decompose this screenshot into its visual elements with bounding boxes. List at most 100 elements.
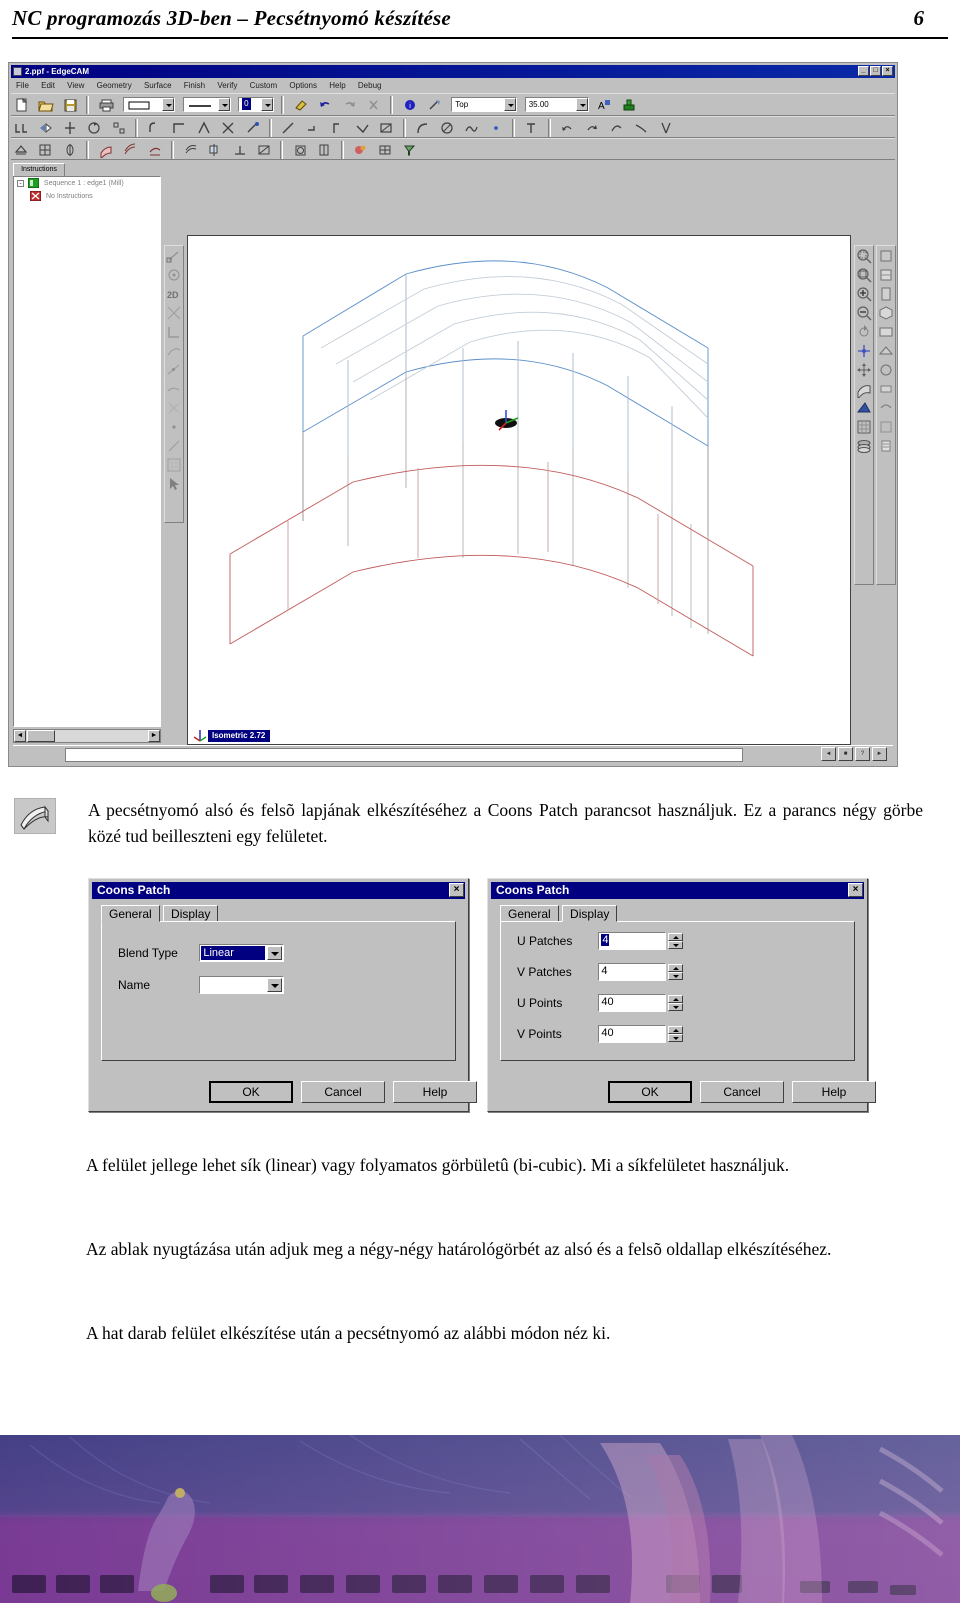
close-icon[interactable]: × (449, 883, 464, 897)
stepper-down-icon[interactable] (668, 1003, 684, 1011)
surface-revolve-icon[interactable] (60, 141, 80, 159)
rotate-view-icon[interactable] (855, 323, 873, 341)
fillet-icon[interactable] (145, 119, 165, 137)
menu-item-options[interactable]: Options (284, 79, 322, 92)
instruction-tree[interactable]: - Sequence 1 : edge1 (Mill) No Instructi… (13, 176, 161, 727)
shade-model-icon[interactable] (351, 141, 371, 159)
stepper-up-icon[interactable] (668, 964, 684, 972)
stepper-down-icon[interactable] (668, 1034, 684, 1042)
chevron-down-icon[interactable] (504, 98, 517, 111)
tree-node-sequence[interactable]: - Sequence 1 : edge1 (Mill) (14, 177, 160, 190)
pan-view-icon[interactable] (855, 361, 873, 379)
text-icon[interactable] (522, 119, 542, 137)
v-patches-field[interactable]: 4 (598, 963, 667, 981)
view-combo[interactable]: Top (451, 97, 518, 112)
transform-copy-icon[interactable] (582, 119, 602, 137)
view-properties-icon[interactable] (877, 437, 895, 455)
cancel-button[interactable]: Cancel (700, 1081, 784, 1103)
snap-intersection-icon[interactable] (165, 304, 183, 322)
view-isometric-icon[interactable] (877, 304, 895, 322)
shaded-view-icon[interactable] (855, 380, 873, 398)
surface-trim-icon[interactable] (206, 141, 226, 159)
measure-icon[interactable] (424, 96, 444, 114)
solid-box-icon[interactable] (290, 141, 310, 159)
tree-horizontal-scrollbar[interactable]: ◄ ► (13, 729, 161, 743)
redo-icon[interactable] (339, 96, 359, 114)
mini-button-3[interactable]: ? (855, 747, 870, 761)
cancel-button[interactable]: Cancel (301, 1081, 385, 1103)
name-combo[interactable] (199, 976, 285, 994)
level-combo[interactable]: 35.00 (524, 97, 589, 112)
view-redraw-icon[interactable] (877, 399, 895, 417)
dynamic-view-icon[interactable] (855, 342, 873, 360)
view-right-icon[interactable] (877, 285, 895, 303)
corner-icon[interactable] (170, 119, 190, 137)
cad-viewport[interactable]: Isometric 2.72 (187, 235, 851, 745)
zoom-in-icon[interactable] (855, 285, 873, 303)
offset-icon[interactable] (60, 119, 80, 137)
view-top-icon[interactable] (877, 247, 895, 265)
stepper-down-icon[interactable] (668, 941, 684, 949)
coons-patch-dialog-display[interactable]: Coons Patch × General Display U Patches … (487, 878, 876, 1112)
viewport-horizontal-scrollbar[interactable] (65, 748, 743, 762)
view-hide-icon[interactable] (877, 380, 895, 398)
tab-display[interactable]: Display (562, 905, 618, 922)
trim-icon[interactable] (12, 119, 31, 137)
surface-grid-icon[interactable] (36, 141, 56, 159)
v-points-field[interactable]: 40 (598, 1025, 667, 1043)
help-button[interactable]: Help (393, 1081, 477, 1103)
u-points-field[interactable]: 40 (598, 994, 667, 1012)
line-vertical-icon[interactable] (328, 119, 348, 137)
circle-icon[interactable] (437, 119, 457, 137)
snap-midpoint-icon[interactable] (165, 361, 183, 379)
line-horizontal-icon[interactable] (303, 119, 323, 137)
zoom-out-icon[interactable] (855, 304, 873, 322)
arc-icon[interactable] (413, 119, 433, 137)
view-front-icon[interactable] (877, 266, 895, 284)
polyline-icon[interactable] (377, 119, 397, 137)
snap-angle-icon[interactable] (165, 437, 183, 455)
u-patches-stepper[interactable]: 4 (598, 932, 684, 950)
zoom-all-icon[interactable] (855, 266, 873, 284)
mini-button-1[interactable]: ◄ (821, 747, 836, 761)
chevron-down-icon[interactable] (261, 98, 274, 111)
stepper-down-icon[interactable] (668, 972, 684, 980)
close-icon[interactable]: × (848, 883, 863, 897)
snap-endpoint-icon[interactable] (165, 247, 183, 265)
transform-rotate-icon[interactable] (607, 119, 627, 137)
print-icon[interactable] (96, 96, 116, 114)
snap-quadrant-icon[interactable] (165, 399, 183, 417)
new-file-icon[interactable] (12, 96, 31, 114)
snap-2d-icon[interactable]: 2D (165, 285, 183, 303)
spline-icon[interactable] (462, 119, 482, 137)
swept-surface-icon[interactable] (145, 141, 165, 159)
undo-icon[interactable] (315, 96, 335, 114)
tab-instructions[interactable]: Instructions (13, 163, 65, 176)
snap-tangent-icon[interactable] (165, 342, 183, 360)
view-named-icon[interactable] (877, 323, 895, 341)
u-points-stepper[interactable]: 40 (598, 994, 684, 1012)
text-style-icon[interactable]: A (594, 96, 614, 114)
snap-perpendicular-icon[interactable] (165, 323, 183, 341)
grid-toggle-icon[interactable] (855, 418, 873, 436)
ok-button[interactable]: OK (209, 1081, 293, 1103)
snap-center-icon[interactable] (165, 266, 183, 284)
layers-icon[interactable] (855, 437, 873, 455)
stepper-up-icon[interactable] (668, 1026, 684, 1034)
surface-extend-icon[interactable] (230, 141, 250, 159)
menu-item-debug[interactable]: Debug (353, 79, 387, 92)
menu-item-geometry[interactable]: Geometry (92, 79, 137, 92)
chevron-down-icon[interactable] (217, 98, 230, 111)
array-icon[interactable] (109, 119, 129, 137)
tree-node-no-instructions[interactable]: No Instructions (14, 190, 160, 203)
ruled-surface-icon[interactable] (121, 141, 141, 159)
stepper-up-icon[interactable] (668, 995, 684, 1003)
chevron-down-icon[interactable] (162, 98, 175, 111)
chevron-down-icon[interactable] (575, 98, 588, 111)
transform-move-icon[interactable] (558, 119, 578, 137)
v-points-stepper[interactable]: 40 (598, 1025, 684, 1043)
ok-button[interactable]: OK (608, 1081, 692, 1103)
linetype-combo[interactable] (123, 97, 176, 112)
angle-line-icon[interactable] (352, 119, 372, 137)
tab-general[interactable]: General (101, 905, 160, 922)
